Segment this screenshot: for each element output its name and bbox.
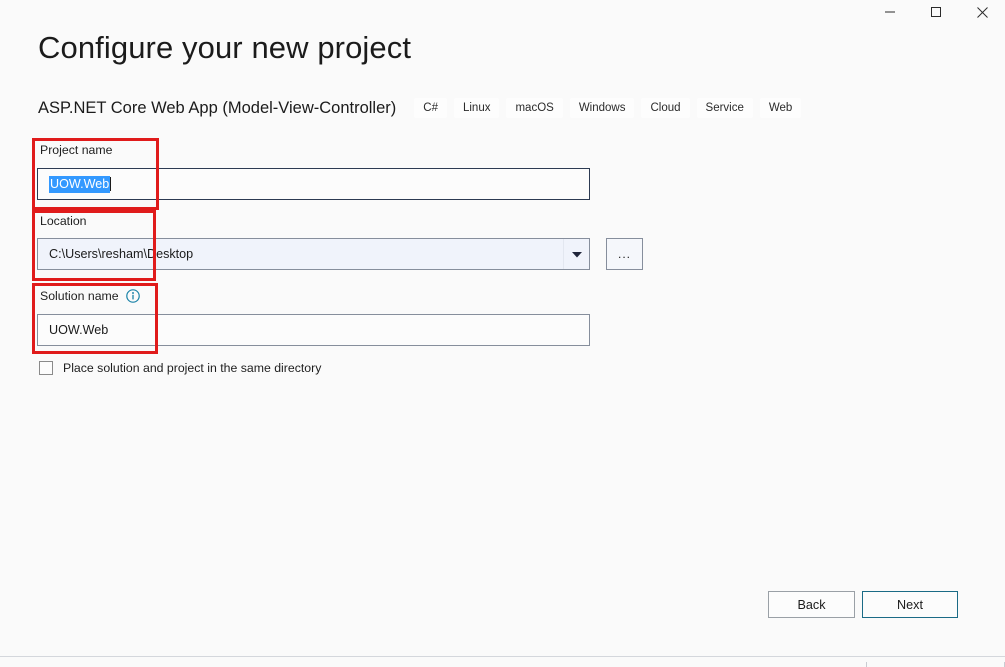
page-title: Configure your new project: [38, 30, 412, 65]
text-caret: [110, 177, 112, 191]
location-browse-button[interactable]: ...: [606, 238, 643, 270]
close-icon: [976, 6, 988, 18]
back-button[interactable]: Back: [768, 591, 855, 618]
location-combobox[interactable]: C:\Users\resham\Desktop: [37, 238, 590, 270]
same-directory-checkbox[interactable]: [39, 361, 53, 375]
maximize-icon: [931, 7, 941, 17]
close-button[interactable]: [959, 0, 1005, 24]
maximize-button[interactable]: [913, 0, 959, 24]
next-button[interactable]: Next: [862, 591, 958, 618]
solution-name-label: Solution name: [40, 289, 140, 303]
solution-name-value: UOW.Web: [49, 323, 109, 337]
info-icon[interactable]: [125, 289, 140, 303]
template-summary-row: ASP.NET Core Web App (Model-View-Control…: [38, 98, 808, 118]
tag-web: Web: [759, 98, 802, 118]
project-name-value: UOW.Web: [49, 175, 111, 193]
title-bar: [0, 0, 1005, 24]
solution-name-input[interactable]: UOW.Web: [37, 314, 590, 346]
project-name-input[interactable]: UOW.Web: [37, 168, 590, 200]
same-directory-checkbox-row[interactable]: Place solution and project in the same d…: [39, 361, 321, 375]
tag-csharp: C#: [414, 98, 447, 118]
taskbar-divider: [866, 662, 867, 667]
tag-macos: macOS: [506, 98, 563, 118]
tag-service: Service: [696, 98, 753, 118]
chevron-down-icon: [571, 251, 582, 257]
template-tag-list: C# Linux macOS Windows Cloud Service Web: [414, 98, 808, 118]
location-label: Location: [40, 214, 87, 228]
location-value: C:\Users\resham\Desktop: [49, 247, 194, 261]
minimize-icon: [885, 11, 895, 13]
tag-cloud: Cloud: [641, 98, 690, 118]
location-dropdown-button[interactable]: [563, 239, 589, 269]
same-directory-label: Place solution and project in the same d…: [63, 361, 322, 375]
template-name: ASP.NET Core Web App (Model-View-Control…: [38, 98, 397, 117]
tag-windows: Windows: [569, 98, 635, 118]
bottom-edge-strip: [0, 656, 1005, 667]
tag-linux: Linux: [453, 98, 500, 118]
minimize-button[interactable]: [867, 0, 913, 24]
project-name-label: Project name: [40, 143, 113, 157]
solution-name-label-text: Solution name: [40, 289, 119, 303]
